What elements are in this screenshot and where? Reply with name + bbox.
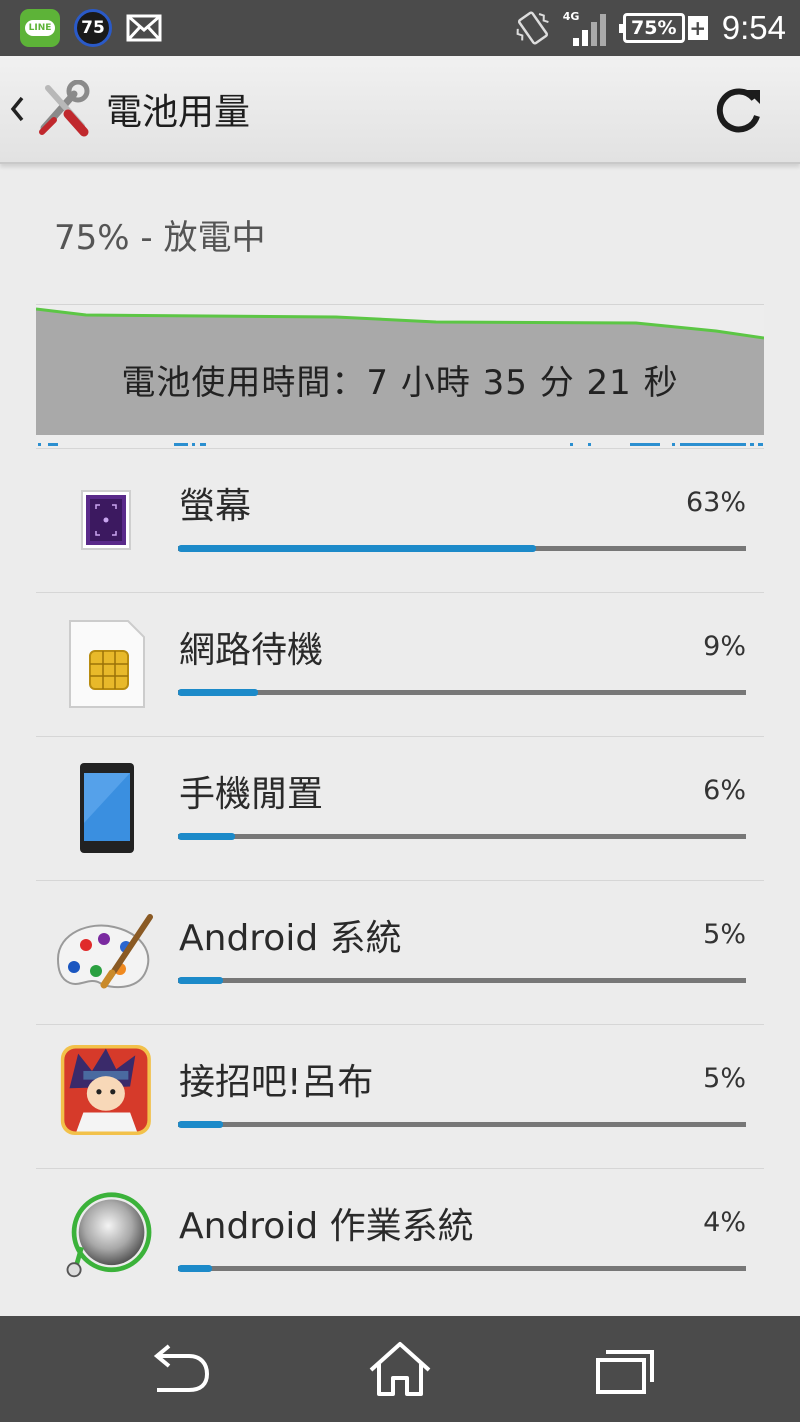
refresh-icon[interactable] <box>712 82 766 136</box>
item-percent: 4% <box>703 1207 746 1238</box>
item-name: Android 系統 <box>179 918 402 959</box>
usage-bar-fill <box>178 1265 213 1272</box>
game-app-icon <box>50 1045 160 1141</box>
usage-bar-track <box>178 545 746 552</box>
item-percent: 6% <box>703 775 746 806</box>
item-percent: 5% <box>703 919 746 950</box>
notification-badge-count: 75 <box>81 18 105 38</box>
list-item[interactable]: Android 作業系統 4% <box>36 1168 764 1312</box>
line-app-icon: LINE <box>20 9 60 47</box>
status-bar: LINE 75 4G 75% + 9:54 <box>0 0 800 56</box>
usage-bar-track <box>178 833 746 840</box>
usage-bar-fill <box>178 977 224 984</box>
usage-bar-track <box>178 689 746 696</box>
item-name: 螢幕 <box>179 486 252 527</box>
usage-bar-fill <box>178 689 258 696</box>
battery-usage-list: 螢幕 63% 網路待機 9% 手機閒置 6% Android 系統 5% 接招吧… <box>36 448 764 1312</box>
list-item[interactable]: 接招吧!呂布 5% <box>36 1024 764 1168</box>
line-app-label: LINE <box>24 20 56 36</box>
item-percent: 63% <box>685 487 746 518</box>
phone-icon <box>50 763 160 853</box>
notification-badge-icon: 75 <box>74 9 112 47</box>
list-item[interactable]: 網路待機 9% <box>36 592 764 736</box>
signal-icon: 4G <box>563 10 609 46</box>
list-item[interactable]: 手機閒置 6% <box>36 736 764 880</box>
usage-bar-track <box>178 1121 746 1128</box>
battery-graph[interactable]: 電池使用時間：7 小時 35 分 21 秒 <box>36 304 764 448</box>
item-name: 接招吧!呂布 <box>179 1062 374 1103</box>
usage-bar-fill <box>178 1121 224 1128</box>
os-knob-icon <box>50 1192 160 1285</box>
vibrate-icon <box>516 11 549 45</box>
battery-icon: 75% + <box>618 13 708 43</box>
clock-label: 9:54 <box>721 9 786 46</box>
mail-icon <box>126 14 162 42</box>
action-bar: 電池用量 <box>0 56 800 164</box>
screen-icon <box>50 475 160 565</box>
sim-card-icon <box>50 619 160 709</box>
usage-bar-fill <box>178 833 235 840</box>
page-title: 電池用量 <box>106 92 251 133</box>
palette-icon <box>50 907 160 997</box>
chevron-left-icon[interactable] <box>8 94 26 124</box>
recent-apps-icon[interactable] <box>588 1338 658 1400</box>
settings-tools-icon[interactable] <box>34 80 92 138</box>
list-item[interactable]: Android 系統 5% <box>36 880 764 1024</box>
battery-level-label: 75% <box>631 17 677 39</box>
usage-bar-track <box>178 1265 746 1272</box>
signal-activity-strip <box>38 443 763 446</box>
list-item[interactable]: 螢幕 63% <box>36 448 764 592</box>
usage-bar-fill <box>178 545 536 552</box>
item-name: 手機閒置 <box>179 774 324 815</box>
navigation-bar <box>0 1316 800 1422</box>
item-percent: 5% <box>703 1063 746 1094</box>
charging-plus-icon: + <box>687 16 708 40</box>
item-name: Android 作業系統 <box>179 1206 474 1247</box>
usage-bar-track <box>178 977 746 984</box>
battery-time-caption: 電池使用時間：7 小時 35 分 21 秒 <box>121 363 679 403</box>
back-icon[interactable] <box>145 1338 215 1400</box>
home-icon[interactable] <box>365 1338 435 1400</box>
item-name: 網路待機 <box>179 630 324 671</box>
battery-status-summary: 75% - 放電中 <box>54 218 266 258</box>
item-percent: 9% <box>703 631 746 662</box>
